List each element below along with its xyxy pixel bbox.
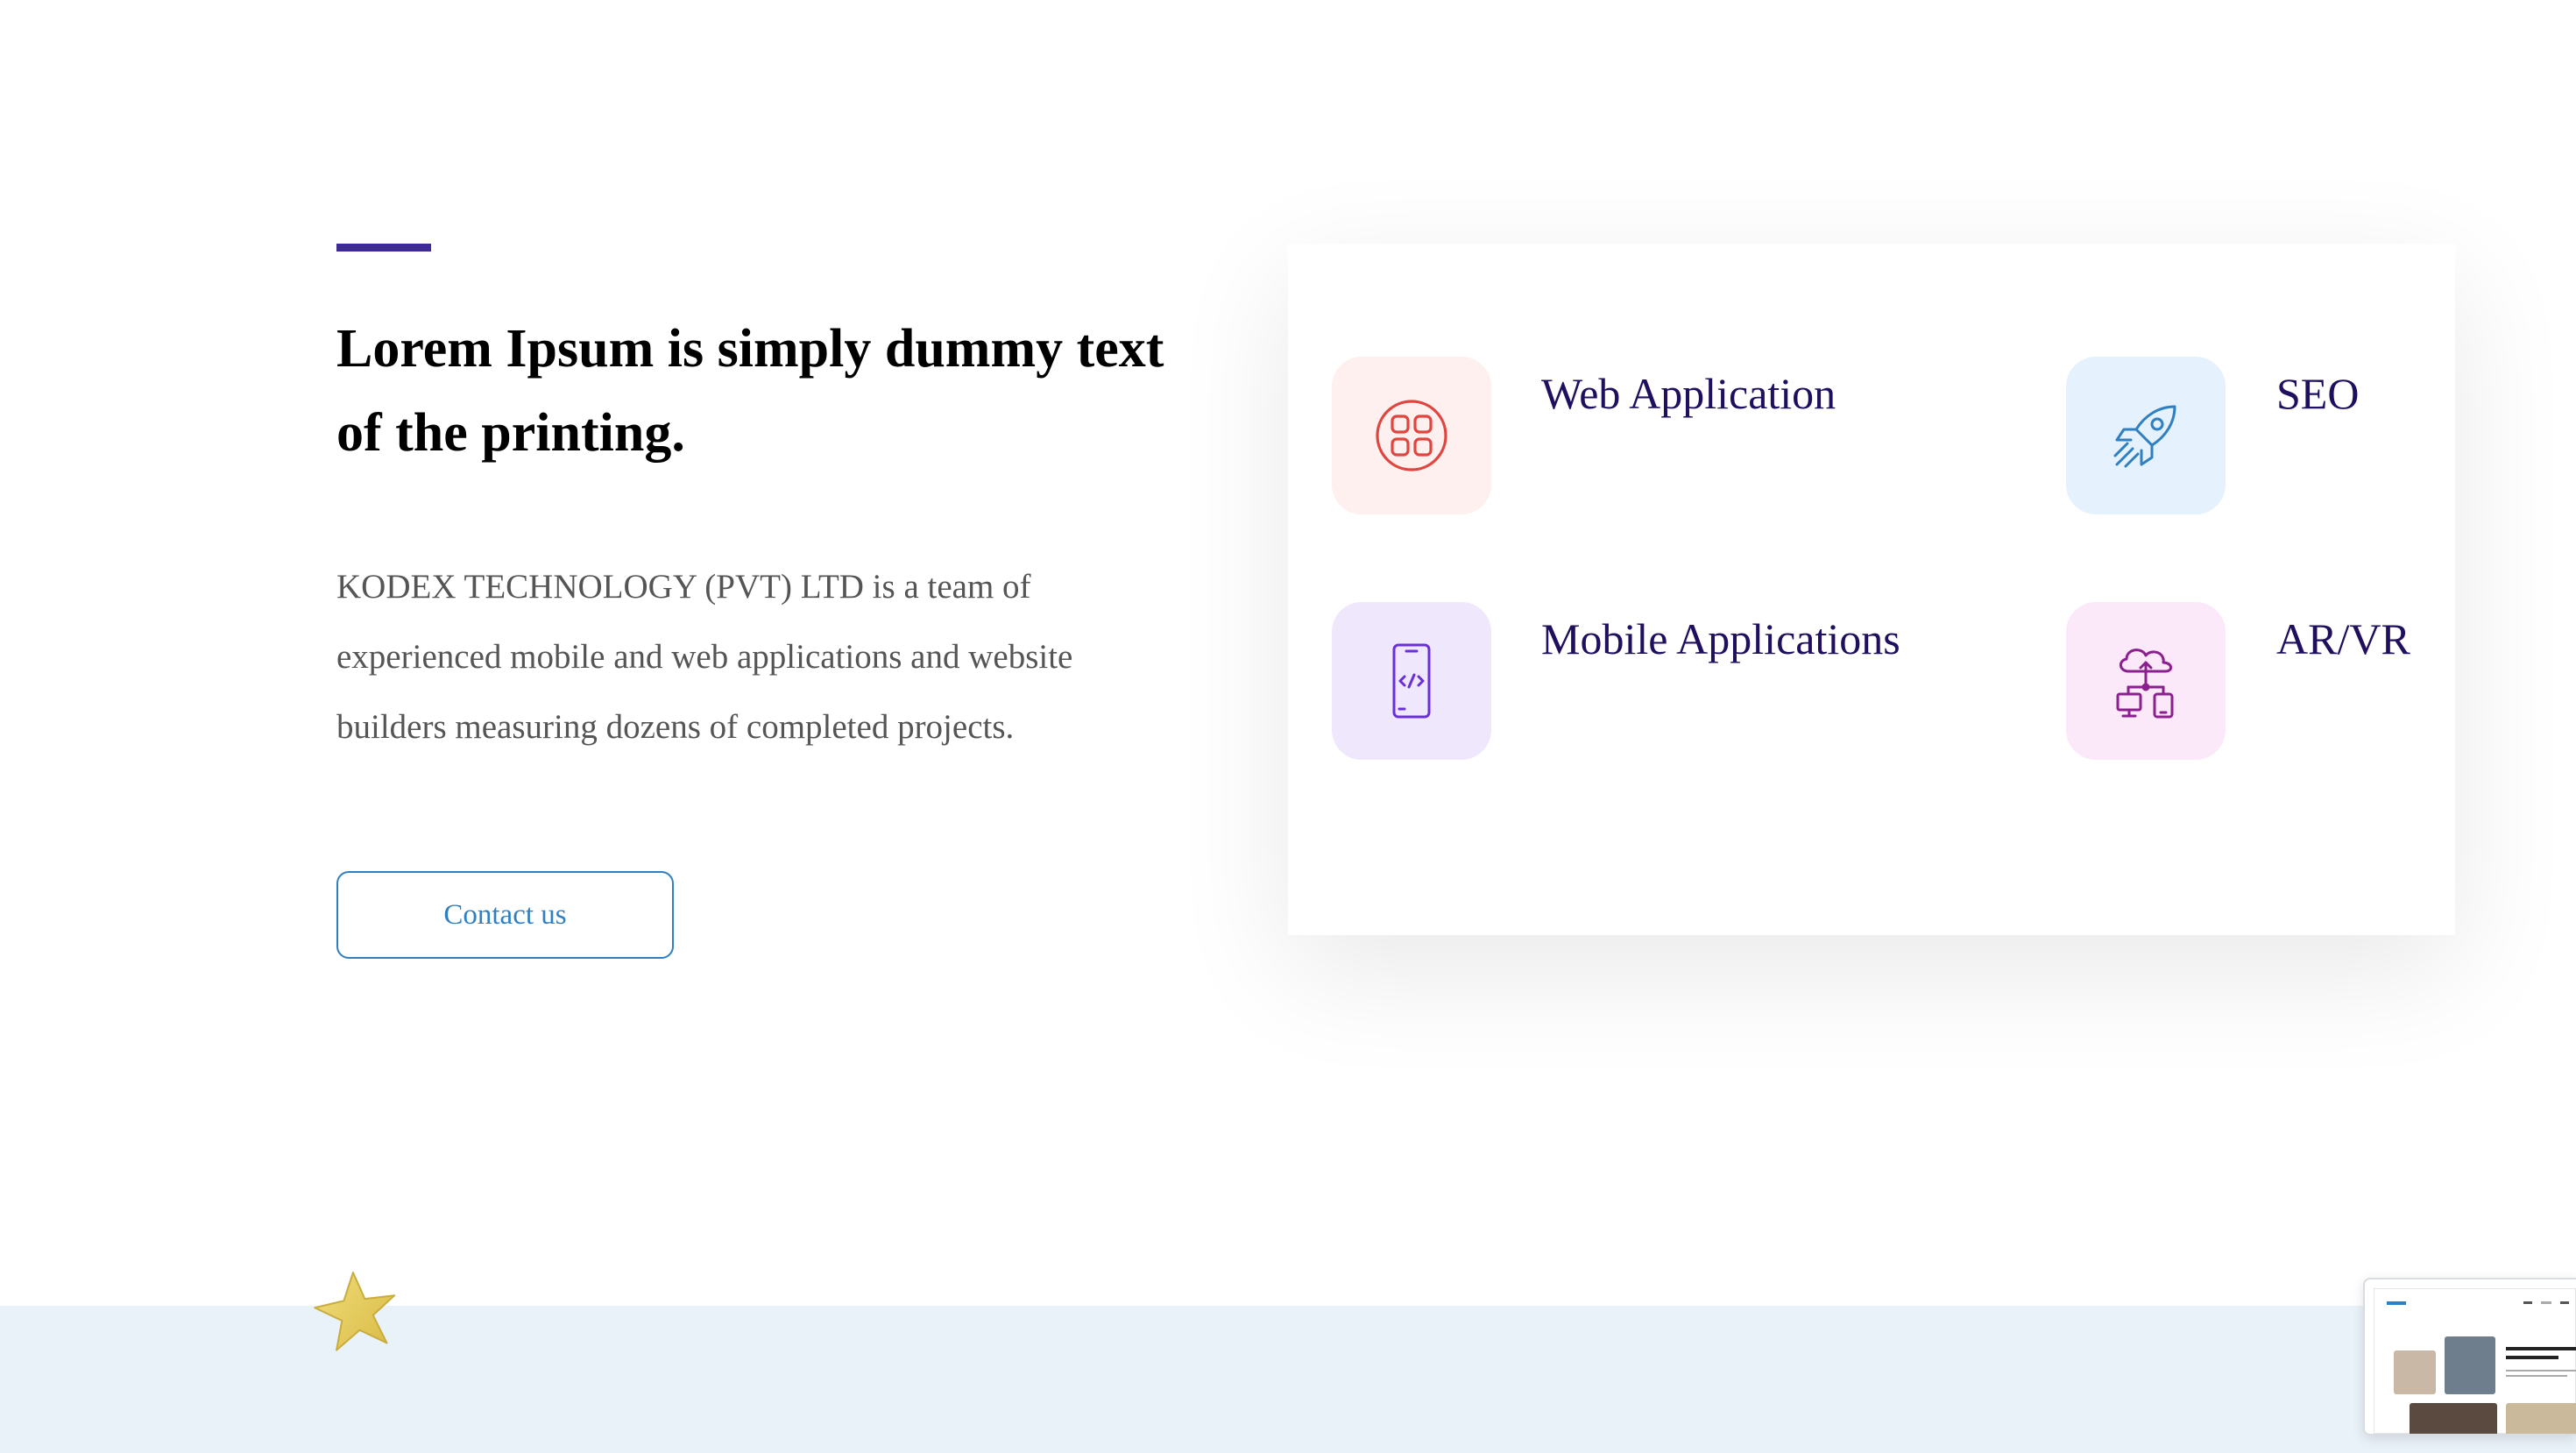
cloud-devices-icon: [2066, 602, 2226, 760]
grid-apps-icon: [1332, 357, 1491, 514]
star-icon: [311, 1267, 402, 1358]
preview-paragraph: [2506, 1375, 2567, 1377]
preview-image: [2394, 1350, 2436, 1394]
service-label: Mobile Applications: [1541, 614, 1900, 663]
service-label: SEO: [2276, 369, 2360, 418]
services-card: Web Application SEO Mobile Applications …: [1288, 244, 2455, 935]
hero-headline: Lorem Ipsum is simply dummy text of the …: [336, 319, 1164, 463]
accent-bar: [336, 244, 431, 252]
preview-page: [2374, 1288, 2576, 1434]
hero-description: KODEX TECHNOLOGY (PVT) LTD is a team of …: [336, 568, 1073, 746]
preview-image: [2410, 1403, 2497, 1434]
preview-headline: [2506, 1347, 2576, 1350]
preview-paragraph: [2506, 1370, 2576, 1371]
preview-nav-item: [2541, 1301, 2551, 1304]
preview-image: [2506, 1403, 2576, 1434]
mobile-code-icon: [1332, 602, 1491, 760]
contact-button[interactable]: Contact us: [336, 871, 674, 959]
preview-nav-item: [2523, 1301, 2532, 1304]
service-label: Web Application: [1541, 369, 1836, 418]
preview-logo: [2387, 1301, 2406, 1305]
preview-image: [2445, 1336, 2495, 1394]
preview-headline: [2506, 1356, 2558, 1359]
service-label: AR/VR: [2276, 614, 2410, 663]
preview-nav-item: [2560, 1301, 2569, 1304]
page-preview-thumbnail[interactable]: [2363, 1278, 2576, 1435]
rocket-icon: [2066, 357, 2226, 514]
